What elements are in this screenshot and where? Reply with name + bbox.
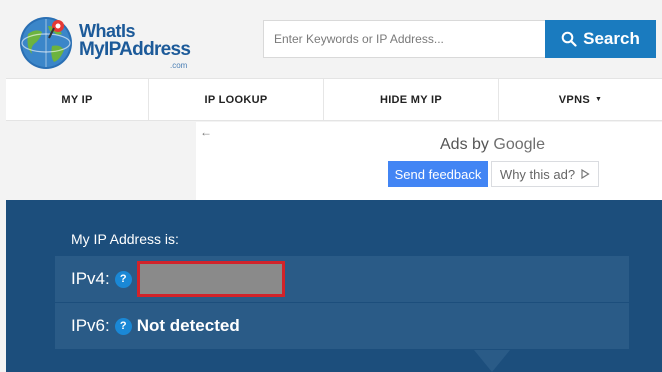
logo-wordmark: WhatIs MyIPAddress [79, 21, 191, 60]
site-logo[interactable]: WhatIs MyIPAddress .com [18, 14, 193, 72]
nav-item-vpns[interactable]: VPNS ▼ [499, 79, 662, 120]
why-this-ad-button[interactable]: Why this ad? [491, 161, 599, 187]
ip-address-panel: My IP Address is: IPv4: ? IPv6: ? Not de… [6, 200, 662, 372]
ad-container: ← Ads by Google Send feedback Why this a… [196, 122, 662, 200]
why-this-ad-label: Why this ad? [499, 166, 576, 182]
search-button[interactable]: Search [545, 20, 656, 58]
ads-by-label: Ads by [440, 136, 489, 153]
nav-item-hide-my-ip[interactable]: HIDE MY IP [324, 79, 499, 120]
send-feedback-button[interactable]: Send feedback [388, 161, 488, 187]
panel-title: My IP Address is: [71, 231, 179, 247]
google-label: Google [493, 136, 545, 153]
ipv6-label: IPv6: [71, 316, 110, 335]
ads-by-google: Ads by Google [440, 136, 545, 154]
nav-item-label: MY IP [61, 93, 93, 106]
logo-line2: MyIPAddress [79, 39, 191, 60]
search-button-label: Search [583, 29, 640, 48]
redacted-ipv4-value [136, 261, 285, 297]
ipv6-row: IPv6: ? Not detected [55, 303, 629, 349]
nav-item-my-ip[interactable]: MY IP [6, 79, 149, 120]
globe-logo-icon [20, 17, 72, 69]
ipv6-help-icon[interactable]: ? [114, 317, 132, 335]
logo-line1: WhatIs [79, 21, 136, 41]
ipv6-value: Not detected [136, 316, 240, 335]
site-header: WhatIs MyIPAddress .com Search [0, 0, 662, 78]
play-triangle-icon [581, 169, 590, 179]
nav-item-label: HIDE MY IP [379, 93, 443, 106]
nav-item-label: VPNS [558, 93, 590, 106]
back-arrow-icon[interactable]: ← [200, 125, 212, 139]
ipv4-label: IPv4: [71, 269, 110, 288]
search-icon [561, 31, 577, 47]
ipv4-row: IPv4: ? [55, 256, 629, 302]
nav-item-label: IP LOOKUP [204, 93, 268, 106]
search-input[interactable] [263, 20, 546, 58]
nav-item-ip-lookup[interactable]: IP LOOKUP [149, 79, 324, 120]
ipv4-help-icon[interactable]: ? [114, 270, 132, 288]
main-nav: MY IP IP LOOKUP HIDE MY IP VPNS ▼ [6, 78, 662, 121]
logo-domain: .com [170, 61, 188, 70]
dropdown-caret-icon: ▼ [594, 96, 603, 103]
panel-notch [474, 350, 510, 372]
